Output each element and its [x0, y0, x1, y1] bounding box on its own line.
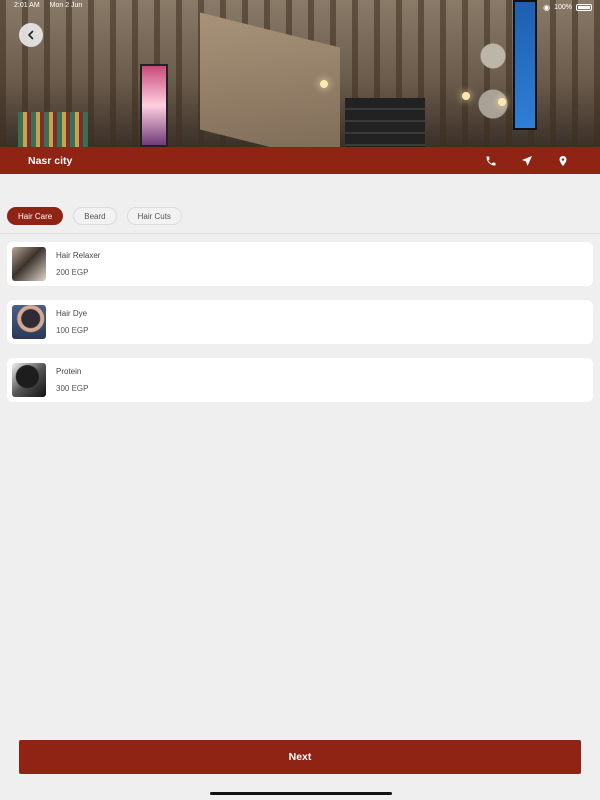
- branch-actions: [462, 147, 570, 174]
- hero-lamp: [320, 80, 328, 88]
- service-info: Hair Relaxer 200 EGP: [56, 242, 100, 286]
- back-button[interactable]: [19, 23, 43, 47]
- service-price: 300 EGP: [56, 384, 89, 393]
- status-time: 2:01 AM: [14, 2, 40, 9]
- call-button[interactable]: [484, 154, 498, 168]
- next-button[interactable]: Next: [19, 740, 581, 774]
- service-item-hair-dye[interactable]: Hair Dye 100 EGP: [7, 300, 593, 344]
- branch-name: Nasr city: [28, 154, 73, 167]
- hero-image: [0, 0, 600, 147]
- wifi-icon: ◉: [543, 2, 551, 12]
- service-thumbnail: [12, 363, 46, 397]
- service-thumbnail: [12, 247, 46, 281]
- service-name: Hair Dye: [56, 309, 88, 318]
- service-thumbnail: [12, 305, 46, 339]
- tab-hair-cuts[interactable]: Hair Cuts: [126, 207, 182, 225]
- location-pin-icon: [559, 155, 567, 166]
- battery-percent: 100%: [554, 3, 572, 11]
- location-button[interactable]: [556, 154, 570, 168]
- service-name: Protein: [56, 367, 82, 376]
- tab-beard[interactable]: Beard: [73, 207, 117, 225]
- chevron-left-icon: [28, 30, 34, 40]
- hero-gears-decor: [470, 20, 516, 140]
- hero-lamp: [498, 98, 506, 106]
- tabs-divider: [0, 233, 600, 234]
- service-price: 200 EGP: [56, 268, 89, 277]
- service-list: Hair Relaxer 200 EGP Hair Dye 100 EGP Pr…: [7, 242, 593, 416]
- category-tabs: Hair Care Beard Hair Cuts: [7, 207, 182, 225]
- phone-icon: [486, 156, 496, 165]
- service-price: 100 EGP: [56, 326, 89, 335]
- hero-screen: [140, 64, 168, 147]
- hero-steps: [345, 98, 425, 147]
- service-info: Protein 300 EGP: [56, 358, 88, 402]
- home-indicator: [210, 792, 392, 795]
- hero-lamp: [462, 92, 470, 100]
- service-info: Hair Dye 100 EGP: [56, 300, 88, 344]
- send-icon: [522, 155, 532, 166]
- service-name: Hair Relaxer: [56, 251, 101, 260]
- hero-shelf: [18, 112, 88, 147]
- directions-button[interactable]: [520, 154, 534, 168]
- tab-hair-care[interactable]: Hair Care: [7, 207, 64, 225]
- status-bar: 2:01 AM Mon 2 Jun ◉ 100%: [0, 0, 600, 12]
- service-item-hair-relaxer[interactable]: Hair Relaxer 200 EGP: [7, 242, 593, 286]
- status-date: Mon 2 Jun: [49, 2, 83, 9]
- branch-bar: Nasr city: [0, 147, 600, 174]
- battery-icon: [576, 3, 592, 11]
- hero-neon-sign: [513, 0, 537, 130]
- service-item-protein[interactable]: Protein 300 EGP: [7, 358, 593, 402]
